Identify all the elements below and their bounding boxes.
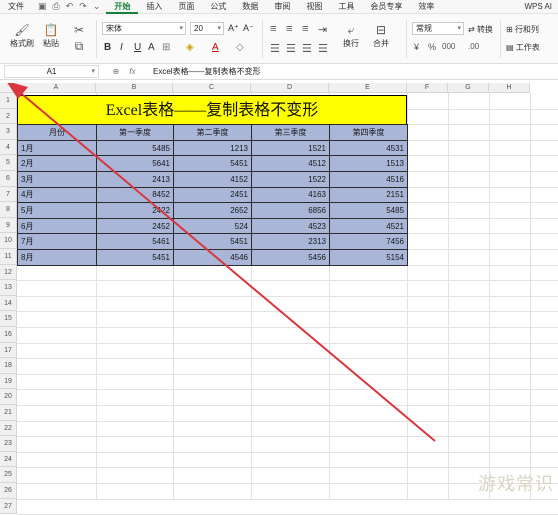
italic-icon[interactable]: I	[120, 42, 123, 53]
row-header[interactable]: 27	[0, 499, 17, 515]
tab-home[interactable]: 开始	[106, 0, 138, 14]
tab-member[interactable]: 会员专享	[362, 0, 410, 14]
percent-icon[interactable]: %	[428, 42, 436, 52]
align-left-icon[interactable]: ☰	[270, 42, 280, 55]
bold-icon[interactable]: B	[104, 42, 111, 53]
divider	[96, 20, 97, 58]
wrap-label: 换行	[343, 38, 359, 49]
strikethrough-icon[interactable]: A	[148, 42, 155, 53]
divider	[406, 20, 407, 58]
divider	[262, 20, 263, 58]
underline-icon[interactable]: U	[134, 42, 141, 53]
tab-tools[interactable]: 工具	[330, 0, 362, 14]
worksheet-label: 工作表	[516, 43, 540, 52]
decimal-icon[interactable]: .00	[468, 42, 479, 51]
formula-bar: A1 ▾ ⊕ fx Excel表格——复制表格不变形	[0, 64, 558, 80]
formula-input[interactable]: Excel表格——复制表格不变形	[149, 66, 261, 77]
convert-label: 转换	[477, 25, 493, 34]
rows-cols-icon: ⊞	[506, 25, 513, 34]
name-box[interactable]: A1 ▾	[4, 65, 99, 78]
font-size-value: 20	[194, 24, 203, 33]
convert-icon: ⇄	[468, 25, 475, 34]
number-format-select[interactable]: 常规 ▾	[412, 22, 464, 35]
chevron-down-icon: ▾	[179, 23, 183, 34]
tab-page[interactable]: 页面	[170, 0, 202, 14]
font-name-select[interactable]: 宋体 ▾	[102, 22, 186, 35]
merge-button[interactable]: ⊟ 合并	[372, 22, 390, 49]
merge-icon: ⊟	[372, 22, 390, 38]
chevron-down-icon: ▾	[457, 23, 461, 34]
thousands-icon[interactable]: 000	[442, 42, 455, 51]
indent-icon[interactable]: ⇥	[318, 23, 327, 36]
fill-color-icon[interactable]: ◈	[186, 42, 194, 53]
ribbon-toolbar: 🖌 格式刷 📋 粘贴 ✂ ⧉ 宋体 ▾ 20 ▾ A⁺ A⁻ B I U A ⊞…	[0, 14, 558, 64]
align-middle-icon[interactable]: ≡	[286, 23, 292, 35]
chevron-down-icon: ▾	[91, 66, 95, 77]
chevron-down-icon: ▾	[217, 23, 221, 34]
worksheet-button[interactable]: ▤ 工作表	[506, 42, 540, 53]
distribute-icon[interactable]: ☰	[318, 42, 328, 55]
merge-label: 合并	[373, 38, 389, 49]
align-center-icon[interactable]: ☰	[286, 42, 296, 55]
rows-cols-button[interactable]: ⊞ 行和列	[506, 24, 539, 35]
align-top-icon[interactable]: ≡	[270, 23, 276, 35]
chevron-down-icon[interactable]: ⌄	[93, 1, 101, 12]
font-color-icon[interactable]: A	[212, 42, 219, 53]
convert-button[interactable]: ⇄ 转换	[468, 24, 493, 35]
format-painter-icon: 🖌	[13, 22, 31, 38]
tab-efficiency[interactable]: 效率	[410, 0, 442, 14]
clipboard-button[interactable]: ✂ ⧉	[70, 22, 88, 54]
tab-review[interactable]: 审阅	[266, 0, 298, 14]
cell-reference: A1	[47, 67, 57, 76]
copy-icon: ⧉	[70, 38, 88, 54]
divider	[500, 20, 501, 58]
format-painter-button[interactable]: 🖌 格式刷	[10, 22, 34, 49]
spreadsheet-grid[interactable]: ABCDEFGH12345678910111213141516171819202…	[0, 83, 558, 500]
formula-icons: ⊕ fx	[99, 67, 149, 76]
currency-icon[interactable]: ¥	[414, 42, 419, 52]
annotation-arrow	[0, 83, 558, 500]
redo-icon[interactable]: ↷	[79, 1, 87, 12]
font-name-value: 宋体	[106, 24, 122, 33]
number-format-value: 常规	[416, 24, 432, 33]
menu-bar: 文件 ▣ ⎙ ↶ ↷ ⌄ 开始 插入 页面 公式 数据 审阅 视图 工具 会员专…	[0, 0, 558, 14]
paste-button[interactable]: 📋 粘贴	[42, 22, 60, 49]
align-bottom-icon[interactable]: ≡	[302, 23, 308, 35]
decrease-font-icon[interactable]: A⁻	[243, 23, 254, 34]
wps-ai-button[interactable]: WPS AI	[518, 2, 558, 11]
quick-access-toolbar: ▣ ⎙ ↶ ↷ ⌄	[32, 1, 106, 12]
clear-format-icon[interactable]: ◇	[236, 42, 244, 53]
arrow-line	[16, 89, 435, 441]
scissors-icon: ✂	[70, 22, 88, 38]
rows-cols-label: 行和列	[515, 25, 539, 34]
save-icon[interactable]: ▣	[38, 1, 47, 12]
undo-icon[interactable]: ↶	[66, 1, 74, 12]
file-menu[interactable]: 文件	[0, 0, 32, 14]
tab-formula[interactable]: 公式	[202, 0, 234, 14]
paste-icon: 📋	[42, 22, 60, 38]
watermark-text: 游戏常识	[478, 470, 554, 496]
worksheet-icon: ▤	[506, 43, 514, 52]
format-painter-label: 格式刷	[10, 38, 34, 49]
align-right-icon[interactable]: ☰	[302, 42, 312, 55]
font-size-select[interactable]: 20 ▾	[190, 22, 224, 35]
paste-label: 粘贴	[43, 38, 59, 49]
fx-icon[interactable]: fx	[129, 67, 135, 76]
wrap-button[interactable]: ⤶ 换行	[342, 22, 360, 49]
increase-font-icon[interactable]: A⁺	[228, 23, 239, 34]
wrap-icon: ⤶	[342, 22, 360, 38]
tab-view[interactable]: 视图	[298, 0, 330, 14]
zoom-icon[interactable]: ⊕	[113, 67, 120, 76]
print-icon[interactable]: ⎙	[53, 1, 60, 12]
tab-insert[interactable]: 插入	[138, 0, 170, 14]
tab-data[interactable]: 数据	[234, 0, 266, 14]
border-icon[interactable]: ⊞	[162, 42, 170, 53]
